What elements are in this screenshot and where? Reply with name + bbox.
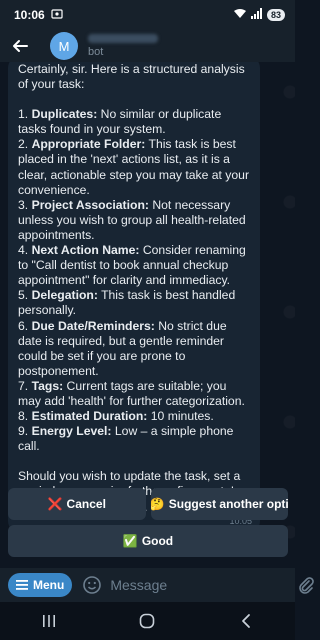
menu-button[interactable]: Menu bbox=[8, 573, 73, 597]
chat-header: M bot bbox=[0, 30, 295, 62]
list-item: 3. Project Association: Not necessary un… bbox=[18, 197, 246, 242]
smiley-icon bbox=[83, 576, 102, 594]
recent-apps-icon bbox=[43, 615, 56, 627]
paperclip-icon bbox=[299, 577, 315, 594]
list-item: 7. Tags: Current tags are suitable; you … bbox=[18, 378, 245, 408]
chat-area[interactable]: Certainly, sir. Here is a structured ana… bbox=[0, 62, 295, 568]
keyboard-row-1: ❌ Cancel 🤔 Suggest another opti bbox=[8, 488, 288, 520]
back-nav-button[interactable] bbox=[226, 606, 266, 636]
hamburger-icon bbox=[16, 580, 28, 590]
header-text[interactable]: bot bbox=[88, 34, 158, 58]
avatar[interactable]: M bbox=[50, 32, 78, 60]
suggest-label: Suggest another opti bbox=[168, 497, 288, 511]
system-nav-bar bbox=[0, 602, 295, 640]
wifi-icon bbox=[233, 8, 247, 22]
emoji-button[interactable] bbox=[82, 575, 102, 595]
list-item: 4. Next Action Name: Consider renaming t… bbox=[18, 243, 246, 288]
message-bubble[interactable]: Certainly, sir. Here is a structured ana… bbox=[8, 62, 260, 533]
list-item: 1. Duplicates: No similar or duplicate t… bbox=[18, 107, 222, 137]
keyboard-row-2: ✅ Good bbox=[8, 525, 288, 557]
chevron-left-icon bbox=[241, 614, 250, 628]
input-bar: Menu bbox=[0, 568, 315, 602]
message-intro: Certainly, sir. Here is a structured ana… bbox=[18, 62, 245, 92]
screenshot-icon bbox=[51, 8, 63, 23]
recent-apps-button[interactable] bbox=[29, 606, 69, 636]
battery-indicator: 83 bbox=[266, 9, 285, 21]
cancel-button[interactable]: ❌ Cancel bbox=[8, 488, 146, 520]
home-circle-icon bbox=[140, 613, 155, 629]
back-arrow-icon bbox=[13, 40, 28, 52]
attach-button[interactable] bbox=[297, 574, 315, 596]
suggest-another-button[interactable]: 🤔 Suggest another opti bbox=[150, 488, 288, 520]
chat-subtitle: bot bbox=[88, 46, 104, 58]
thinking-face-icon: 🤔 bbox=[150, 497, 165, 511]
list-item: 8. Estimated Duration: 10 minutes. bbox=[18, 409, 214, 424]
cancel-label: Cancel bbox=[66, 497, 106, 511]
menu-label: Menu bbox=[33, 578, 65, 592]
check-mark-icon: ✅ bbox=[122, 534, 138, 548]
status-right: 83 bbox=[233, 8, 285, 22]
list-item: 9. Energy Level: Low – a simple phone ca… bbox=[18, 424, 234, 454]
list-item: 6. Due Date/Reminders: No strict due dat… bbox=[18, 318, 227, 378]
status-time: 10:06 bbox=[14, 8, 45, 22]
list-item: 5. Delegation: This task is best handled… bbox=[18, 288, 236, 318]
cross-mark-icon: ❌ bbox=[47, 497, 63, 511]
back-button[interactable] bbox=[8, 34, 32, 58]
signal-icon bbox=[250, 8, 263, 22]
chat-name-blurred bbox=[88, 34, 158, 43]
list-item: 2. Appropriate Folder: This task is best… bbox=[18, 137, 250, 197]
good-button[interactable]: ✅ Good bbox=[8, 525, 288, 557]
message-input[interactable] bbox=[110, 577, 292, 593]
good-label: Good bbox=[141, 534, 174, 548]
home-button[interactable] bbox=[127, 606, 167, 636]
analysis-list: 1. Duplicates: No similar or duplicate t… bbox=[18, 107, 250, 454]
status-left: 10:06 bbox=[14, 8, 63, 23]
status-bar: 10:06 83 bbox=[0, 0, 295, 30]
